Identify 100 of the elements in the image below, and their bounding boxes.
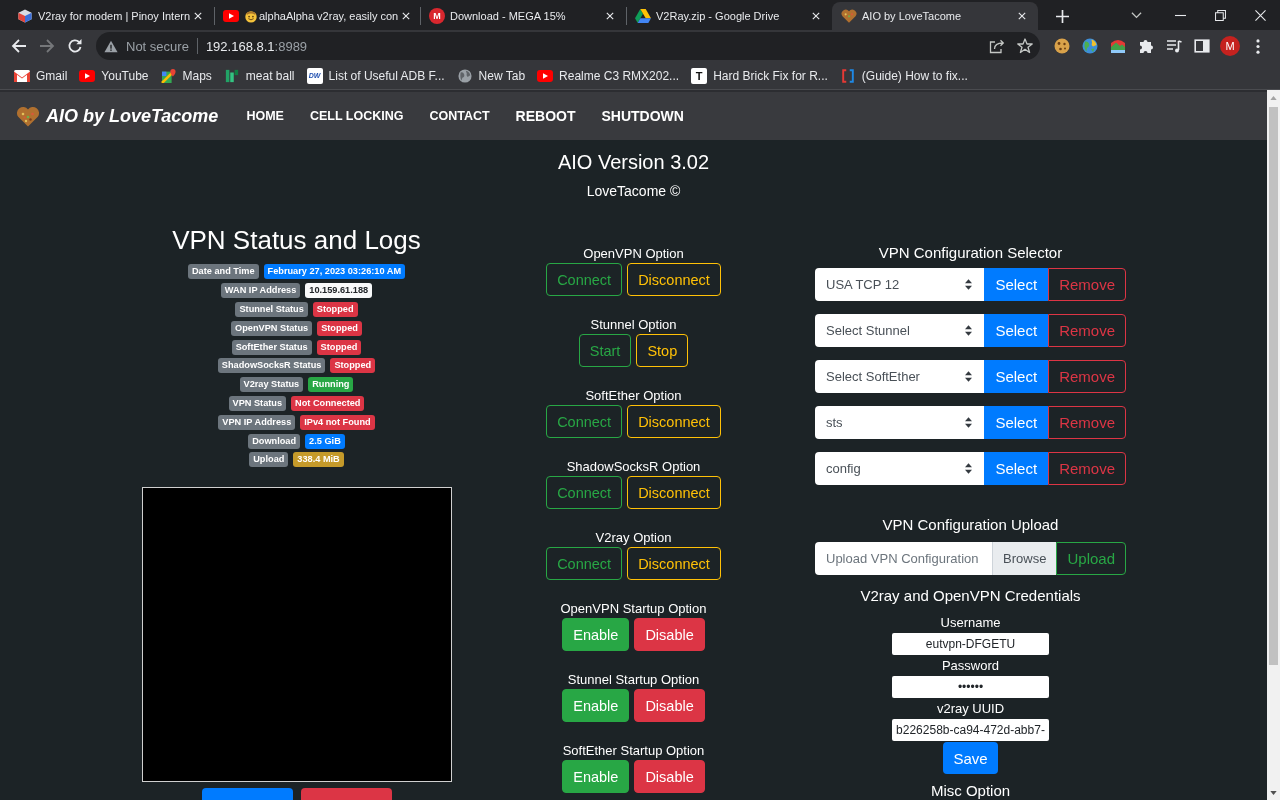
browser-tab[interactable]: M Download - MEGA 15% xyxy=(420,2,626,30)
bookmark[interactable]: Realme C3 RMX202... xyxy=(531,63,686,88)
disconnect-button[interactable]: Disconnect xyxy=(627,263,721,296)
text-field[interactable]: eutvpn-DFGETU xyxy=(892,633,1049,655)
nav-link[interactable]: SHUTDOWN xyxy=(601,108,684,124)
nav-link[interactable]: CELL LOCKING xyxy=(309,109,404,123)
status-value: Not Connected xyxy=(291,395,365,411)
profile-avatar[interactable]: M xyxy=(1220,36,1240,56)
status-value: Stopped xyxy=(317,320,362,336)
status-label: Download xyxy=(248,433,301,449)
select-button[interactable]: Select xyxy=(984,452,1049,485)
globe-icon xyxy=(456,68,473,83)
browser-tab[interactable]: alphaAlpha v2ray, easily con xyxy=(214,2,420,30)
remove-button[interactable]: Remove xyxy=(1048,314,1126,347)
section-heading: VPN Status and Logs xyxy=(172,225,421,255)
site-brand[interactable]: AIO by LoveTacome xyxy=(46,105,219,127)
close-icon xyxy=(606,12,614,20)
bookmark[interactable]: meat ball xyxy=(217,63,301,88)
scrollbar-thumb[interactable] xyxy=(1269,107,1278,665)
up-down-caret-icon xyxy=(965,463,973,474)
heart-logo-icon xyxy=(16,105,40,127)
text-field[interactable]: b226258b-ca94-472d-abb7- xyxy=(892,719,1049,741)
remove-button[interactable]: Remove xyxy=(1048,360,1126,393)
config-dropdown[interactable]: sts xyxy=(815,406,985,439)
security-status[interactable]: Not secure xyxy=(126,38,189,54)
option-title: SoftEther Option xyxy=(585,388,682,403)
section-heading: VPN Configuration Upload xyxy=(882,516,1059,534)
connect-button[interactable]: Connect xyxy=(546,405,623,438)
select-button[interactable]: Select xyxy=(984,360,1049,393)
status-label: VPN IP Address xyxy=(218,414,296,430)
browser-tab[interactable]: V2ray for modem | Pinoy Intern xyxy=(8,2,214,30)
config-dropdown[interactable]: USA TCP 12 xyxy=(815,268,985,301)
config-dropdown[interactable]: Select SoftEther xyxy=(815,360,985,393)
bookmark[interactable]: New Tab xyxy=(450,63,532,88)
connect-button[interactable]: Connect xyxy=(546,476,623,509)
option-title: V2ray Option xyxy=(595,530,672,545)
status-label: Date and Time xyxy=(187,264,259,280)
landscape-icon xyxy=(1110,38,1126,54)
option-title: SoftEther Startup Option xyxy=(562,743,705,758)
triangle-logo-icon xyxy=(635,9,651,23)
connect-button[interactable]: Connect xyxy=(546,263,623,296)
field-label: v2ray UUID xyxy=(936,701,1005,716)
status-value: Stopped xyxy=(312,302,358,317)
config-dropdown[interactable]: Select Stunnel xyxy=(815,314,985,347)
disconnect-button[interactable]: Disconnect xyxy=(627,547,721,580)
status-label: V2ray Status xyxy=(239,377,304,393)
select-button[interactable]: Select xyxy=(984,314,1049,347)
config-dropdown[interactable]: config xyxy=(815,452,985,485)
scrollbar[interactable] xyxy=(1267,90,1280,800)
save-button[interactable]: Save xyxy=(943,742,998,774)
playlist-icon xyxy=(1166,38,1182,54)
bookmark[interactable]: Gmail xyxy=(8,63,74,88)
bookmark[interactable]: (Guide) How to fix... xyxy=(833,63,974,88)
url-text[interactable]: 192.168.8.1:8989 xyxy=(205,38,308,54)
globe-icon xyxy=(1082,38,1098,54)
text-field[interactable]: •••••• xyxy=(892,676,1049,698)
file-input-field[interactable]: Upload VPN Configuration xyxy=(815,542,993,575)
disable-button[interactable]: Disable xyxy=(634,689,705,722)
status-value: 338.4 MiB xyxy=(293,452,344,468)
favicon: M xyxy=(429,8,445,24)
upload-button[interactable]: Upload xyxy=(1056,542,1126,575)
select-button[interactable]: Select xyxy=(984,406,1049,439)
disable-button[interactable]: Disable xyxy=(634,760,705,793)
bookmark[interactable]: Maps xyxy=(154,63,218,88)
status-value: Stopped xyxy=(330,358,376,374)
action-button[interactable] xyxy=(201,787,293,800)
bookmark[interactable]: YouTube xyxy=(73,63,155,88)
bookmark[interactable]: T Hard Brick Fix for R... xyxy=(685,63,834,88)
option-title: OpenVPN Startup Option xyxy=(560,601,707,616)
status-value: 10.159.61.188 xyxy=(305,283,373,299)
disconnect-button[interactable]: Disconnect xyxy=(627,476,721,509)
play-icon xyxy=(537,68,554,83)
remove-button[interactable]: Remove xyxy=(1048,406,1126,439)
stop-button[interactable]: Stop xyxy=(636,334,689,367)
star-icon xyxy=(1017,38,1033,54)
browser-tab[interactable]: AIO by LoveTacome xyxy=(832,2,1038,30)
up-down-caret-icon xyxy=(965,325,973,336)
status-value: Stopped xyxy=(316,339,362,355)
nav-link[interactable]: HOME xyxy=(246,109,284,123)
start-button[interactable]: Start xyxy=(578,334,632,367)
remove-button[interactable]: Remove xyxy=(1048,452,1126,485)
browser-tab[interactable]: V2Ray.zip - Google Drive xyxy=(626,2,832,30)
version-title: AIO Version 3.02 xyxy=(556,150,711,174)
scroll-down-arrow-icon[interactable] xyxy=(1270,791,1277,795)
connect-button[interactable]: Connect xyxy=(546,547,623,580)
action-button[interactable] xyxy=(300,787,392,800)
nav-link[interactable]: REBOOT xyxy=(515,108,576,124)
close-icon xyxy=(1018,12,1026,20)
bars-icon xyxy=(223,68,240,83)
address-bar[interactable]: Not secure 192.168.8.1:8989 xyxy=(96,32,1040,60)
remove-button[interactable]: Remove xyxy=(1048,268,1126,301)
close-icon xyxy=(812,12,820,20)
browse-button[interactable]: Browse xyxy=(992,542,1057,575)
nav-link[interactable]: CONTACT xyxy=(429,109,490,123)
select-button[interactable]: Select xyxy=(984,268,1049,301)
brackets-icon xyxy=(839,68,856,83)
back-icon xyxy=(11,38,27,54)
section-heading: V2ray and OpenVPN Credentials xyxy=(860,587,1081,605)
disconnect-button[interactable]: Disconnect xyxy=(627,405,721,438)
disable-button[interactable]: Disable xyxy=(634,618,705,651)
